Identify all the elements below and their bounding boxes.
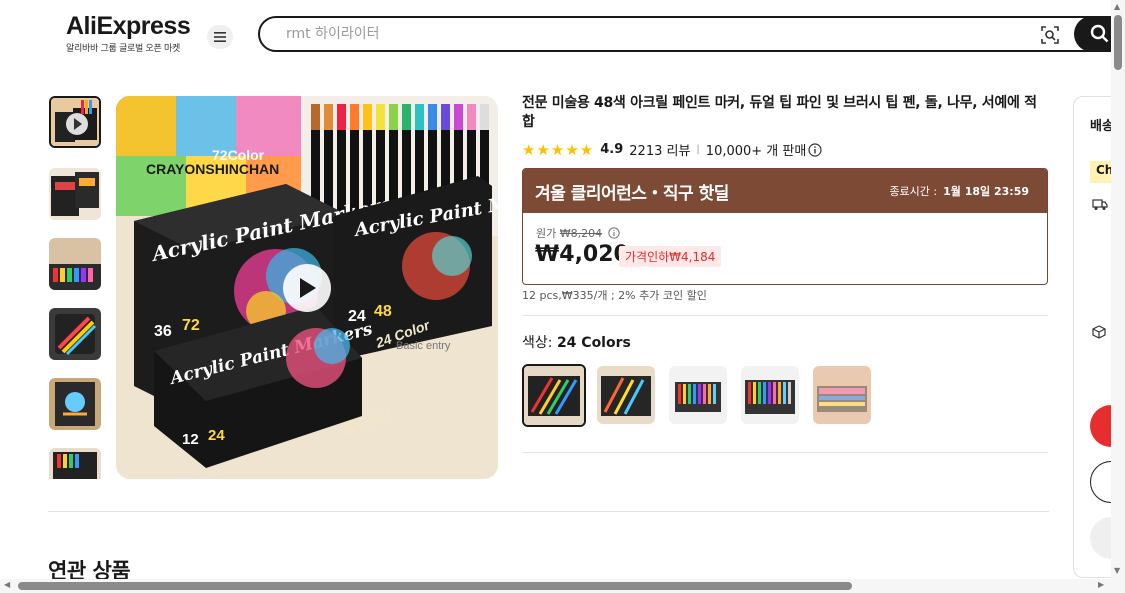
- thumbnail-image: [49, 308, 101, 360]
- deal-end-time: 종료시간 : 1월 18일 23:59: [889, 183, 1029, 199]
- box-count-24-small: 24: [208, 427, 225, 444]
- search-input[interactable]: [284, 25, 988, 43]
- vertical-scrollbar[interactable]: [1111, 0, 1125, 593]
- rating-value: 4.9: [600, 142, 624, 157]
- box-count-36: 36: [154, 323, 172, 340]
- gallery-thumbnail-video[interactable]: [49, 96, 101, 148]
- unit-price-info: 12 pcs,₩335/개 ; 2% 추가 코인 할인: [522, 289, 707, 302]
- review-count[interactable]: 2213 리뷰: [629, 140, 690, 159]
- scroll-left-arrow-icon[interactable]: ◀: [4, 580, 10, 589]
- color-option[interactable]: [597, 366, 655, 424]
- crayon-poster-text: CRAYONSHINCHAN: [146, 161, 279, 177]
- original-price-value: ₩8,204: [559, 227, 603, 240]
- thumbnail-image: [49, 238, 101, 290]
- gallery-thumbnail[interactable]: [49, 308, 101, 360]
- divider: [522, 315, 1048, 316]
- color-option[interactable]: [669, 366, 727, 424]
- play-video-button[interactable]: [283, 264, 331, 312]
- divider: [522, 452, 1048, 453]
- gallery-thumbnail[interactable]: [49, 168, 101, 220]
- sold-count: 10,000+ 개 판매: [705, 144, 807, 159]
- menu-button[interactable]: [207, 25, 233, 49]
- swatch-image: [669, 366, 727, 424]
- menu-icon: [214, 32, 226, 42]
- deal-box: 겨울 클리어런스・직구 핫딜 종료시간 : 1월 18일 23:59 원가 ₩8,…: [522, 168, 1048, 285]
- swatch-image: [813, 366, 871, 424]
- deal-header: 겨울 클리어런스・직구 핫딜 종료시간 : 1월 18일 23:59: [523, 169, 1047, 213]
- search-icon: [1090, 24, 1109, 43]
- box-count-72: 72: [182, 317, 200, 334]
- swatch-image: [741, 366, 799, 424]
- scroll-down-arrow-icon[interactable]: ▼: [1114, 566, 1120, 575]
- original-price-label: 원가: [536, 227, 557, 240]
- swatch-image: [524, 366, 584, 425]
- info-icon[interactable]: [808, 142, 822, 157]
- color-selector-label: 색상: 24 Colors: [522, 332, 631, 352]
- thumbnail-image: [49, 168, 101, 220]
- sale-price: ₩4,020: [535, 242, 629, 267]
- box-count-12: 12: [182, 431, 199, 448]
- divider: [48, 511, 1049, 512]
- color-option-selected[interactable]: [522, 364, 586, 427]
- vertical-scroll-thumb[interactable]: [1114, 15, 1122, 70]
- swatch-image: [597, 366, 655, 424]
- scroll-up-arrow-icon[interactable]: ▲: [1114, 2, 1120, 11]
- overlay-basic-entry: Basic entry: [396, 340, 451, 352]
- gallery-thumbnail[interactable]: [49, 238, 101, 290]
- overlay-72color: 72Color: [212, 147, 265, 163]
- color-option[interactable]: [813, 366, 871, 424]
- box-count-48: 48: [374, 303, 392, 320]
- search-bar: [258, 16, 1125, 52]
- scroll-right-arrow-icon[interactable]: ▶: [1098, 580, 1104, 589]
- product-title: 전문 미술용 48색 아크릴 페인트 마커, 듀얼 팁 파인 및 브러시 팁 펜…: [522, 95, 1037, 130]
- deal-name: 겨울 클리어런스・직구 핫딜: [535, 183, 729, 204]
- logo-subtitle: 알리바바 그룹 글로벌 오픈 마켓: [66, 44, 180, 54]
- info-icon[interactable]: [607, 227, 620, 239]
- thumbnail-image: [49, 378, 101, 430]
- star-rating-icon: ★★★★★: [522, 140, 595, 159]
- deal-end-value: 1월 18일 23:59: [943, 185, 1029, 198]
- color-label: 색상:: [522, 335, 553, 351]
- truck-icon: [1092, 199, 1108, 210]
- color-option[interactable]: [741, 366, 799, 424]
- gallery-thumbnail[interactable]: [49, 378, 101, 430]
- thumbnail-image: [51, 98, 99, 146]
- color-value: 24 Colors: [556, 335, 631, 351]
- package-icon: [1092, 325, 1106, 339]
- image-search-icon: [1041, 26, 1059, 44]
- image-search-button[interactable]: [1040, 25, 1060, 45]
- play-icon: [300, 278, 316, 298]
- separator: |: [696, 144, 700, 155]
- deal-end-label: 종료시간 :: [889, 185, 938, 198]
- discount-badge: 가격인하₩4,184: [619, 246, 722, 267]
- original-price: 원가 ₩8,204: [536, 225, 620, 241]
- rating-row: ★★★★★ 4.9 2213 리뷰 | 10,000+ 개 판매: [522, 140, 822, 159]
- horizontal-scroll-thumb[interactable]: [18, 582, 852, 590]
- thumbnail-image: [49, 448, 101, 479]
- gallery-thumbnail[interactable]: [49, 448, 101, 479]
- aliexpress-logo[interactable]: AliExpress: [66, 12, 191, 41]
